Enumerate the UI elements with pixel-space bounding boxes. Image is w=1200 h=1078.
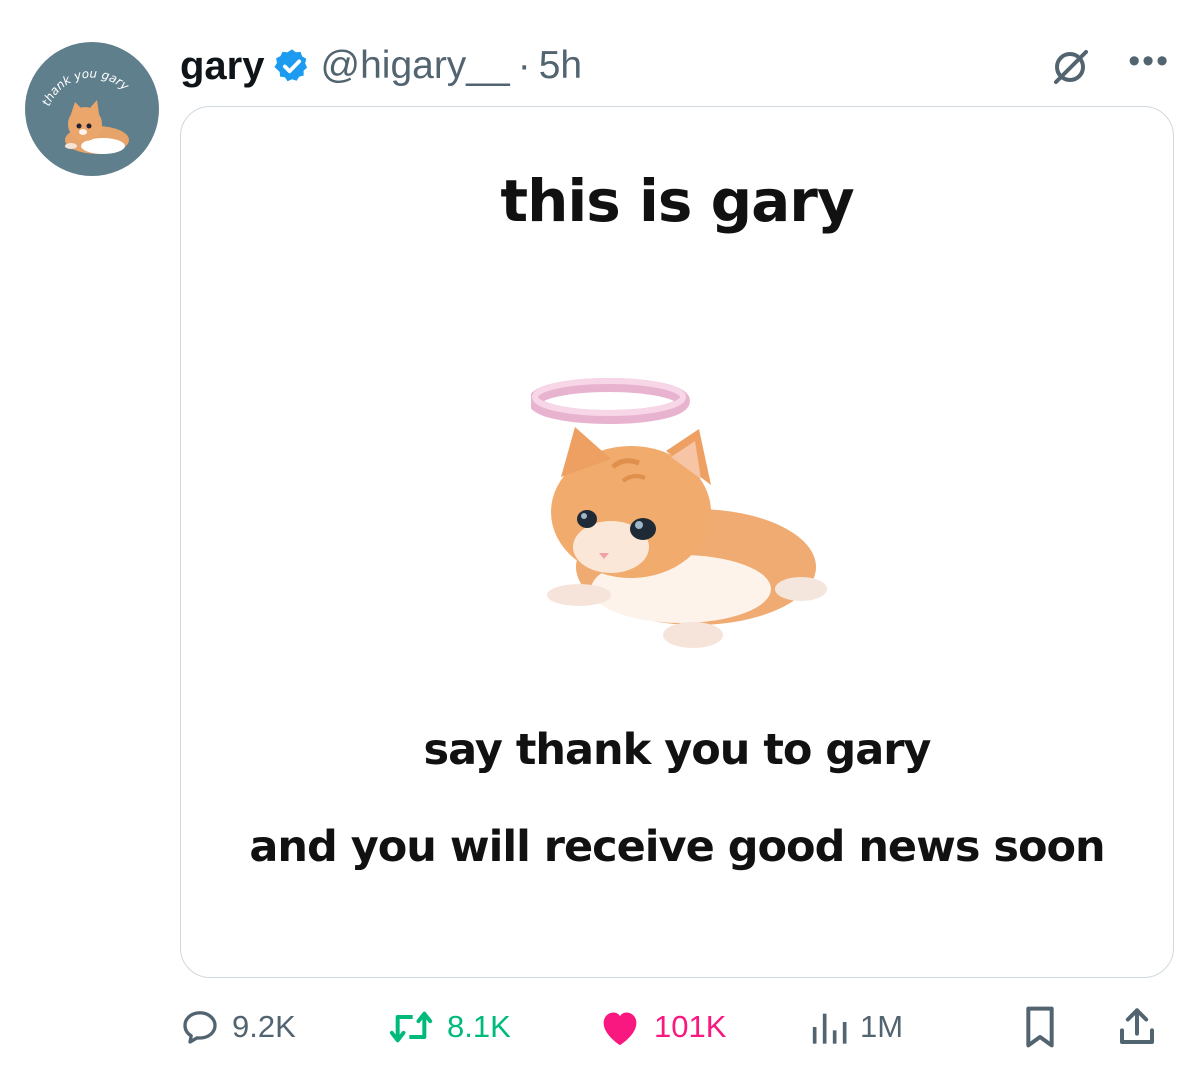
timestamp[interactable]: 5h bbox=[539, 44, 582, 88]
media-caption-line-2: and you will receive good news soon bbox=[249, 822, 1105, 872]
avatar[interactable]: thank you gary bbox=[25, 42, 159, 176]
views-icon bbox=[812, 1013, 847, 1044]
retweet-button[interactable]: 8.1K bbox=[387, 1002, 511, 1052]
avatar-text: thank you gary bbox=[39, 66, 132, 108]
reply-button[interactable]: 9.2K bbox=[180, 1002, 296, 1052]
heart-icon bbox=[603, 1012, 637, 1046]
grok-icon[interactable] bbox=[1050, 46, 1092, 88]
tweet-header: gary @higary__ · 5h bbox=[180, 38, 582, 94]
views-button[interactable]: 1M bbox=[808, 1002, 903, 1052]
kitten-image bbox=[531, 378, 827, 648]
bookmark-button[interactable] bbox=[1020, 1002, 1072, 1052]
like-button[interactable]: 101K bbox=[598, 1002, 726, 1052]
separator: · bbox=[517, 44, 531, 87]
svg-text:thank you gary: thank you gary bbox=[39, 66, 132, 108]
action-bar: 9.2K 8.1K 101K 1M bbox=[180, 1002, 1170, 1052]
share-icon bbox=[1120, 1008, 1154, 1044]
media-caption-line-1: say thank you to gary bbox=[423, 725, 932, 775]
like-count: 101K bbox=[654, 1009, 727, 1044]
share-button[interactable] bbox=[1117, 1002, 1169, 1052]
verified-badge-icon[interactable] bbox=[273, 47, 311, 85]
more-icon[interactable]: ••• bbox=[1128, 44, 1170, 78]
bookmark-icon bbox=[1026, 1006, 1054, 1048]
reply-count: 9.2K bbox=[232, 1009, 296, 1044]
header-actions: ••• bbox=[1050, 44, 1170, 88]
media-card[interactable]: this is gary say thank you to gary and y… bbox=[180, 106, 1174, 978]
tweet[interactable]: thank you gary gary @higary__ · 5h ••• t… bbox=[0, 0, 1200, 1078]
retweet-count: 8.1K bbox=[447, 1009, 511, 1044]
handle[interactable]: @higary__ bbox=[321, 44, 510, 88]
media-title: this is gary bbox=[500, 167, 854, 235]
display-name[interactable]: gary bbox=[180, 44, 265, 89]
reply-icon bbox=[183, 1011, 217, 1044]
retweet-icon bbox=[389, 1011, 433, 1043]
view-count: 1M bbox=[860, 1009, 904, 1044]
avatar-image: thank you gary bbox=[39, 66, 132, 154]
